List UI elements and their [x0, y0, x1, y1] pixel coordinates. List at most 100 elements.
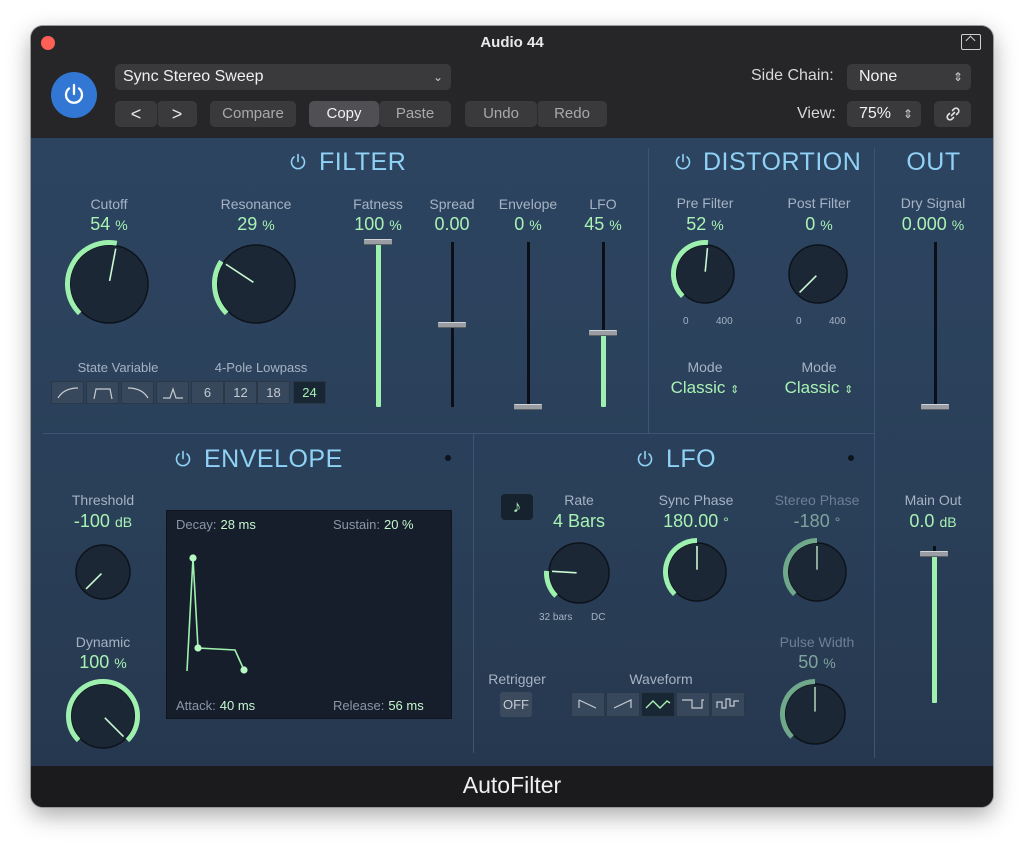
- ramp-up-icon: [613, 699, 632, 709]
- lowpass-mode-button[interactable]: [51, 381, 84, 404]
- envelope-amount-label: Envelope: [498, 196, 558, 212]
- stereo-phase-knob[interactable]: [782, 537, 852, 607]
- pulse-width-label: Pulse Width: [779, 634, 855, 650]
- highpass-mode-button[interactable]: [121, 381, 154, 404]
- waveform-ramp-down-button[interactable]: [571, 692, 605, 717]
- lowpass-label: 4-Pole Lowpass: [214, 360, 308, 375]
- spread-label: Spread: [429, 196, 475, 212]
- plugin-footer: AutoFilter: [31, 766, 993, 807]
- undo-button[interactable]: Undo: [465, 101, 537, 127]
- ramp-down-icon: [578, 699, 597, 709]
- decay-handle: [189, 554, 197, 562]
- pre-filter-knob[interactable]: [670, 239, 740, 309]
- waveform-triangle-button[interactable]: [641, 692, 675, 717]
- retrigger-button[interactable]: OFF: [500, 692, 532, 717]
- up-down-icon: ⇕: [902, 107, 913, 121]
- copy-button[interactable]: Copy: [309, 101, 379, 127]
- slope-6-button[interactable]: 6: [191, 381, 224, 404]
- cutoff-label: Cutoff: [90, 196, 128, 212]
- rate-max: DC: [591, 612, 606, 623]
- rate-value: 4 Bars: [552, 511, 606, 531]
- up-down-icon: ⇕: [952, 70, 963, 84]
- envelope-power-icon[interactable]: [173, 449, 193, 469]
- slope-12-button[interactable]: 12: [224, 381, 257, 404]
- pre-filter-min: 0: [683, 316, 689, 327]
- fatness-value: 100 %: [354, 214, 402, 234]
- tempo-sync-button[interactable]: ♪: [501, 494, 533, 520]
- lowpass-icon: [56, 387, 78, 399]
- waveform-square-button[interactable]: [676, 692, 710, 717]
- envelope-indicator: [445, 455, 451, 461]
- post-filter-max: 400: [829, 316, 846, 327]
- view-select[interactable]: 75% ⇕: [847, 101, 921, 127]
- note-icon: ♪: [512, 497, 522, 516]
- slider-fill: [376, 242, 381, 407]
- peak-icon: [162, 387, 183, 399]
- post-filter-value: 0 %: [805, 214, 833, 234]
- bandpass-mode-button[interactable]: [86, 381, 119, 404]
- waveform-ramp-up-button[interactable]: [606, 692, 640, 717]
- pre-mode-label: Mode: [687, 359, 723, 375]
- slider-handle: [921, 404, 949, 410]
- resonance-value: 29 %: [237, 214, 275, 234]
- envelope-amount-value: 0 %: [514, 214, 542, 234]
- slider-handle: [364, 239, 392, 245]
- cutoff-knob[interactable]: [64, 239, 154, 329]
- threshold-label: Threshold: [71, 492, 135, 508]
- title-bar: Audio 44 Sync Stereo Sweep ⌄ < > Compare…: [31, 26, 993, 138]
- peak-mode-button[interactable]: [156, 381, 189, 404]
- slider-fill: [601, 332, 606, 407]
- main-out-label: Main Out: [904, 492, 962, 508]
- pre-mode-select[interactable]: Classic ⇕: [655, 378, 755, 398]
- dynamic-value: 100 %: [79, 652, 127, 672]
- power-icon: [64, 83, 84, 104]
- redo-button[interactable]: Redo: [537, 101, 607, 127]
- post-filter-label: Post Filter: [787, 195, 851, 211]
- distortion-power-icon[interactable]: [673, 152, 693, 172]
- distortion-title: DISTORTION: [703, 148, 862, 176]
- rate-knob[interactable]: [543, 537, 615, 609]
- dynamic-knob[interactable]: [65, 678, 141, 754]
- filter-power-icon[interactable]: [288, 152, 308, 172]
- preset-menu[interactable]: Sync Stereo Sweep ⌄: [115, 64, 451, 90]
- lfo-power-icon[interactable]: [635, 449, 655, 469]
- out-title: OUT: [906, 148, 961, 176]
- post-filter-knob[interactable]: [783, 239, 853, 309]
- envelope-title: ENVELOPE: [204, 445, 343, 473]
- previous-preset-button[interactable]: <: [115, 101, 157, 127]
- paste-button[interactable]: Paste: [379, 101, 451, 127]
- pulse-width-knob[interactable]: [779, 678, 851, 750]
- post-mode-select[interactable]: Classic ⇕: [769, 378, 869, 398]
- rate-label: Rate: [564, 492, 594, 508]
- random-wave-icon: [716, 698, 739, 709]
- next-preset-button[interactable]: >: [157, 101, 197, 127]
- envelope-display[interactable]: Decay: 28 ms Sustain: 20 % Attack: 40 ms Re…: [166, 510, 452, 719]
- slider-handle: [438, 321, 466, 328]
- post-mode-label: Mode: [801, 359, 837, 375]
- link-button[interactable]: [934, 101, 971, 127]
- view-label: View:: [797, 105, 836, 122]
- compare-button[interactable]: Compare: [210, 101, 296, 127]
- dry-signal-label: Dry Signal: [900, 195, 966, 211]
- side-chain-select[interactable]: None ⇕: [847, 64, 971, 90]
- threshold-knob[interactable]: [70, 539, 136, 605]
- expand-icon[interactable]: [961, 34, 981, 50]
- resonance-knob[interactable]: [211, 239, 301, 329]
- plugin-power-button[interactable]: [51, 72, 97, 118]
- dry-signal-value: 0.000 %: [901, 214, 965, 234]
- up-down-icon: ⇕: [730, 384, 740, 396]
- lfo-title: LFO: [666, 445, 717, 473]
- pre-filter-max: 400: [716, 316, 733, 327]
- cutoff-value: 54 %: [90, 214, 128, 234]
- slider-handle: [920, 550, 948, 557]
- sync-phase-knob[interactable]: [662, 537, 732, 607]
- square-wave-icon: [682, 699, 704, 709]
- slider-handle: [589, 329, 617, 336]
- sync-phase-value: 180.00 °: [663, 511, 729, 531]
- slope-18-button[interactable]: 18: [257, 381, 290, 404]
- fatness-label: Fatness: [353, 196, 403, 212]
- slope-24-button[interactable]: 24: [293, 381, 326, 404]
- lfo-indicator: [848, 455, 854, 461]
- sustain-handle: [194, 644, 202, 652]
- waveform-random-button[interactable]: [711, 692, 745, 717]
